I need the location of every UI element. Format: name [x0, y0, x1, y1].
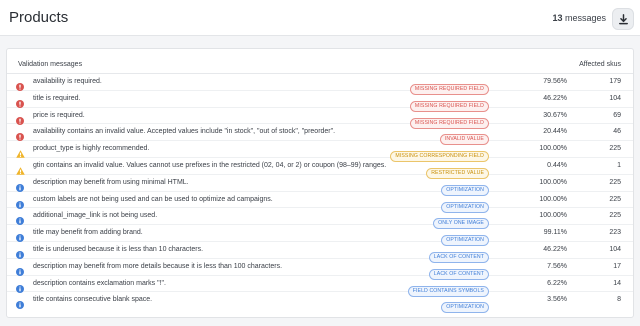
table-row[interactable]: description may benefit from using minim… [7, 175, 633, 196]
affected-percentage: 100.00% [539, 145, 567, 153]
table-row[interactable]: title may benefit from adding brand. OPTI… [7, 225, 633, 247]
validation-message: title may benefit from adding brand. [33, 229, 143, 237]
info-circle-icon [16, 196, 24, 209]
affected-percentage: 3.56% [547, 296, 567, 304]
info-circle-icon [16, 179, 24, 192]
error-circle-icon [16, 78, 24, 91]
info-circle-icon [16, 263, 24, 276]
table-row[interactable]: title is required. MISSING REQUIRED FIELD… [7, 91, 633, 112]
validation-message: product_type is highly recommended. [33, 145, 150, 153]
validation-message: custom labels are not being used and can… [33, 195, 273, 203]
validation-message: price is required. [33, 111, 85, 119]
affected-percentage: 0.44% [547, 161, 567, 169]
affected-skus: 17 [613, 262, 621, 270]
affected-skus: 104 [609, 94, 621, 102]
table-row[interactable]: gtin contains an invalid value. Values c… [7, 158, 633, 179]
validation-message: title is required. [33, 94, 81, 102]
affected-skus: 225 [609, 195, 621, 203]
affected-skus: 104 [609, 245, 621, 253]
table-row[interactable]: availability contains an invalid value. … [7, 124, 633, 146]
warning-triangle-icon [16, 162, 25, 175]
affected-skus: 223 [609, 229, 621, 237]
column-header-messages: Validation messages [18, 61, 83, 68]
validation-message: availability contains an invalid value. … [33, 128, 336, 136]
affected-percentage: 30.67% [543, 111, 567, 119]
affected-skus: 69 [613, 111, 621, 119]
error-circle-icon [16, 95, 24, 108]
validation-message: description may benefit from more detail… [33, 262, 283, 270]
affected-percentage: 6.22% [547, 279, 567, 287]
table-header: Validation messages Affected skus [7, 49, 633, 74]
affected-skus: 225 [609, 145, 621, 153]
message-count-suffix: messages [564, 13, 606, 23]
message-count-number: 13 [552, 13, 563, 23]
affected-percentage: 46.22% [543, 245, 567, 253]
error-circle-icon [16, 128, 24, 142]
affected-skus: 225 [609, 212, 621, 220]
validation-message: description contains exclamation marks "… [33, 279, 166, 287]
validation-message: title contains consecutive blank space. [33, 296, 153, 304]
table-row[interactable]: availability is required. MISSING REQUIRE… [7, 74, 633, 95]
issue-tag: OPTIMIZATION [441, 302, 489, 314]
affected-percentage: 99.11% [543, 229, 567, 237]
info-circle-icon [16, 229, 24, 243]
validation-message: description may benefit from using minim… [33, 178, 189, 186]
affected-percentage: 7.56% [547, 262, 567, 270]
table-row[interactable]: title contains consecutive blank space. O… [7, 292, 633, 314]
validation-panel: Validation messages Affected skus availa… [6, 48, 634, 318]
info-circle-icon [16, 246, 24, 259]
warning-triangle-icon [16, 145, 25, 158]
error-circle-icon [16, 112, 24, 125]
table-row[interactable]: description contains exclamation marks "… [7, 276, 633, 297]
table-row[interactable]: price is required. MISSING REQUIRED FIELD… [7, 108, 633, 129]
affected-skus: 46 [613, 128, 621, 136]
affected-skus: 225 [609, 178, 621, 186]
validation-message: gtin contains an invalid value. Values c… [33, 161, 387, 169]
validation-message: availability is required. [33, 78, 102, 85]
download-button[interactable] [612, 8, 634, 30]
page-title: Products [9, 9, 69, 26]
validation-message: additional_image_link is not being used. [33, 212, 158, 220]
column-header-skus: Affected skus [579, 61, 621, 68]
issue-tag-wrapper: OPTIMIZATION [441, 295, 489, 314]
table-row[interactable]: description may benefit from more detail… [7, 259, 633, 280]
affected-percentage: 46.22% [543, 94, 567, 102]
affected-skus: 14 [613, 279, 621, 287]
affected-skus: 8 [617, 296, 621, 304]
validation-message: title is underused because it is less th… [33, 245, 204, 253]
info-circle-icon [16, 212, 24, 226]
affected-percentage: 100.00% [539, 178, 567, 186]
table-row[interactable]: product_type is highly recommended. MISSI… [7, 141, 633, 163]
download-icon [618, 13, 628, 24]
affected-skus: 179 [609, 78, 621, 85]
table-row[interactable]: title is underused because it is less th… [7, 242, 633, 263]
table-row[interactable]: additional_image_link is not being used.… [7, 208, 633, 230]
affected-percentage: 79.56% [543, 78, 567, 85]
affected-percentage: 100.00% [539, 195, 567, 203]
info-circle-icon [16, 296, 24, 310]
table-row[interactable]: custom labels are not being used and can… [7, 192, 633, 213]
affected-percentage: 20.44% [543, 128, 567, 136]
affected-percentage: 100.00% [539, 212, 567, 220]
validation-rows: availability is required. MISSING REQUIRE… [7, 74, 633, 314]
info-circle-icon [16, 280, 24, 293]
message-count: 13 messages [552, 13, 606, 23]
page-header: Products 13 messages [0, 0, 640, 36]
affected-skus: 1 [617, 161, 621, 169]
